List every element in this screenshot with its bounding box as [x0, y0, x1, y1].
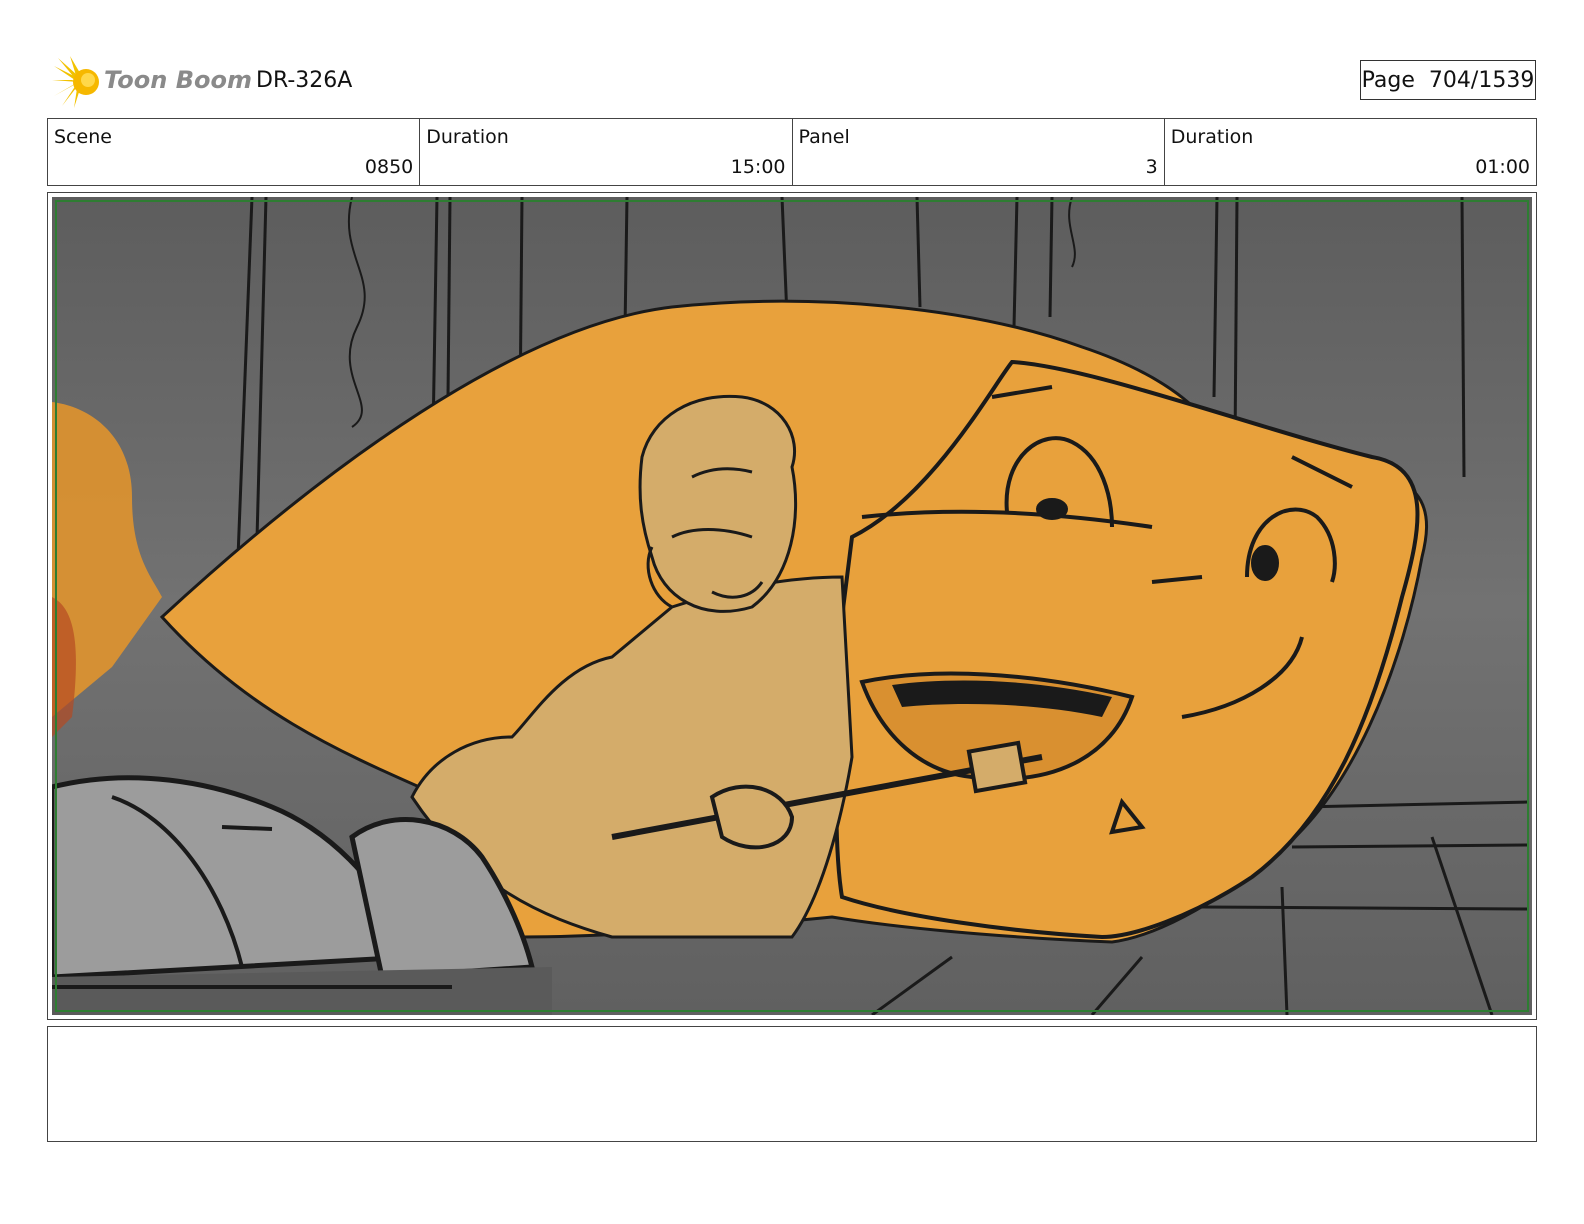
- page-indicator: Page 704/1539: [1360, 60, 1536, 100]
- page-label: Page: [1361, 67, 1415, 93]
- scene-duration-label: Duration: [426, 126, 509, 148]
- scene-duration-cell: Duration 15:00: [420, 119, 793, 185]
- brand-name: Toon Boom: [104, 66, 252, 94]
- scene-label: Scene: [54, 126, 112, 148]
- panel-cell: Panel 3: [793, 119, 1165, 185]
- panel-label: Panel: [798, 126, 850, 148]
- panel-duration-value: 01:00: [1475, 156, 1530, 178]
- panel-duration-label: Duration: [1170, 126, 1254, 148]
- scene-value: 0850: [364, 156, 414, 178]
- panel-info-row: Scene 0850 Duration 15:00 Panel 3 Durati…: [47, 118, 1537, 186]
- character-head: [638, 394, 798, 613]
- storyboard-code: DR-326A: [256, 68, 353, 93]
- panel-notes-box: [47, 1026, 1537, 1142]
- scene-cell: Scene 0850: [48, 119, 421, 185]
- storyboard-drawing: [52, 197, 1532, 1015]
- panel-duration-cell: Duration 01:00: [1165, 119, 1536, 185]
- scene-duration-value: 15:00: [730, 156, 786, 178]
- storyboard-panel-frame: [47, 192, 1537, 1020]
- panel-value: 3: [1145, 156, 1158, 178]
- page-value: 704/1539: [1428, 67, 1535, 93]
